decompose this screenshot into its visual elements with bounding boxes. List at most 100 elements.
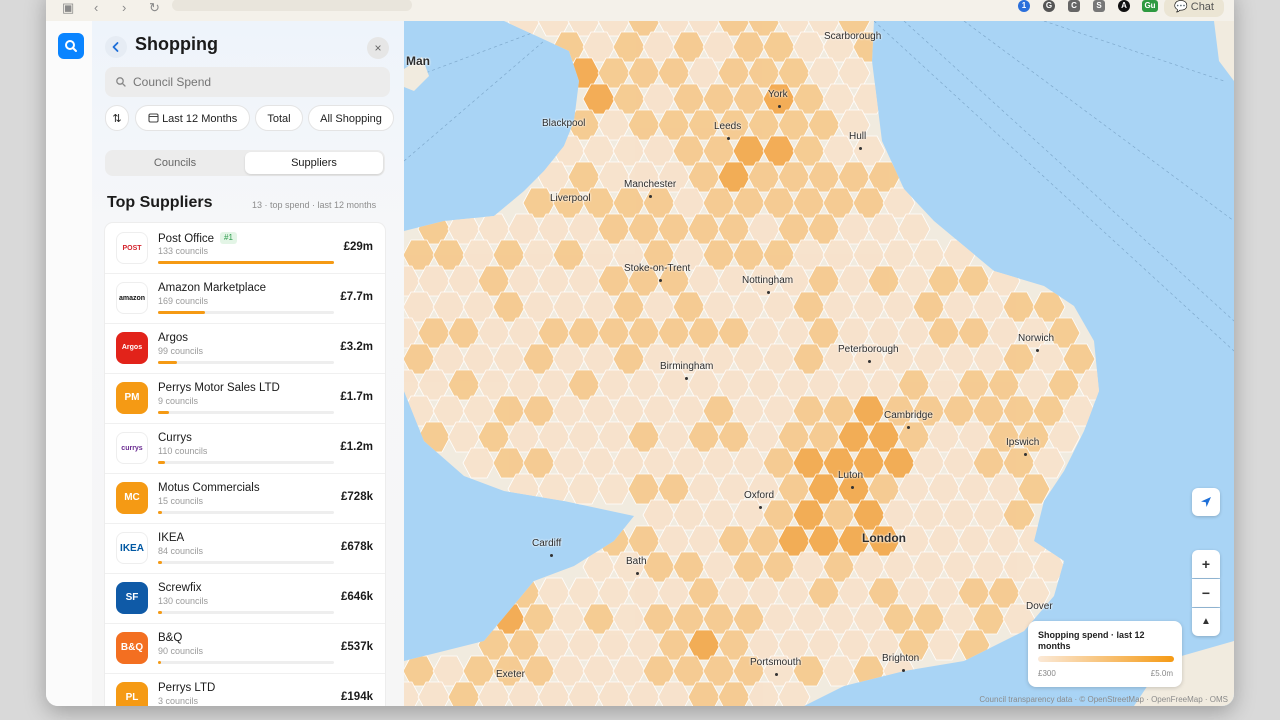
- supplier-row[interactable]: POST OFFICE Post Office #1 133 councils £29m: [105, 223, 385, 274]
- place-label: Cambridge: [884, 410, 933, 432]
- place-name: Bath: [626, 556, 647, 567]
- tab-suppliers[interactable]: Suppliers: [245, 152, 383, 174]
- left-rail: [46, 21, 93, 706]
- back-arrow-icon[interactable]: ‹: [94, 1, 98, 15]
- supplier-row[interactable]: PM Perrys Motor Sales LTD 9 councils £1.7m: [105, 373, 385, 424]
- supplier-name: B&Q: [158, 632, 182, 644]
- back-button[interactable]: [105, 36, 127, 58]
- supplier-councils: 110 councils: [158, 446, 208, 456]
- supplier-name: Motus Commercials: [158, 482, 260, 494]
- supplier-logo: Argos: [116, 332, 148, 364]
- spend-bar: [158, 611, 334, 614]
- choropleth-map[interactable]: [404, 21, 1234, 706]
- place-name: Nottingham: [742, 275, 794, 286]
- extension-icon[interactable]: G: [1043, 0, 1055, 12]
- supplier-name-text: Post Office: [158, 233, 215, 245]
- supplier-row[interactable]: currys Currys 110 councils £1.2m: [105, 423, 385, 474]
- zoom-in-button[interactable]: +: [1192, 550, 1220, 578]
- extension-icon[interactable]: S: [1093, 0, 1105, 12]
- place-label: Scarborough: [824, 31, 881, 42]
- place-name: Peterborough: [838, 344, 899, 355]
- forward-arrow-icon[interactable]: ›: [122, 1, 126, 15]
- legend-max: £5.0m: [1150, 669, 1173, 678]
- supplier-councils: 15 councils: [158, 496, 204, 506]
- address-bar[interactable]: [172, 0, 412, 11]
- category-filter[interactable]: All Shopping: [308, 105, 394, 131]
- sidebar-toggle-icon[interactable]: ▣: [62, 1, 74, 15]
- supplier-spend: £728k: [341, 491, 373, 503]
- rank-badge: #1: [220, 232, 237, 244]
- spend-bar-fill: [158, 661, 162, 664]
- supplier-councils: 3 councils: [158, 696, 199, 706]
- locate-button[interactable]: [1192, 488, 1220, 516]
- place-dot: [775, 673, 778, 676]
- supplier-name-text: Currys: [158, 432, 192, 444]
- supplier-councils: 90 councils: [158, 646, 204, 656]
- supplier-name-text: Perrys Motor Sales LTD: [158, 382, 280, 394]
- browser-window: ▣ ‹ › ↻ 1 G C S A Gu 💬 Chat Shopping × ⇅…: [46, 0, 1234, 706]
- map-view[interactable]: Man Scarborough York Blackpool Leeds Hull Manc…: [404, 21, 1234, 706]
- supplier-name-text: Perrys LTD: [158, 682, 216, 694]
- period-filter[interactable]: Last 12 Months: [135, 105, 250, 131]
- tab-councils[interactable]: Councils: [107, 152, 243, 174]
- supplier-row[interactable]: MC Motus Commercials 15 councils £728k: [105, 473, 385, 524]
- sort-button[interactable]: ⇅: [105, 105, 129, 131]
- supplier-logo: currys: [116, 432, 148, 464]
- chevron-left-icon: [112, 42, 119, 52]
- place-label: Nottingham: [742, 275, 793, 297]
- spend-bar-fill: [158, 261, 334, 264]
- measure-filter[interactable]: Total: [255, 105, 303, 131]
- supplier-row[interactable]: IKEA IKEA 84 councils £678k: [105, 523, 385, 574]
- sort-arrows-icon: ⇅: [112, 113, 122, 125]
- extension-icon[interactable]: 1: [1018, 0, 1030, 12]
- search-rail-button[interactable]: [58, 33, 84, 59]
- view-tabs: Councils Suppliers: [105, 150, 385, 176]
- supplier-row[interactable]: Argos Argos 99 councils £3.2m: [105, 323, 385, 374]
- chat-button[interactable]: 💬 Chat: [1163, 0, 1224, 17]
- extension-icon[interactable]: C: [1068, 0, 1080, 12]
- extension-icon[interactable]: A: [1118, 0, 1130, 12]
- panel-title: Shopping: [135, 34, 218, 54]
- place-label: Dover: [1026, 601, 1053, 612]
- supplier-spend: £7.7m: [340, 291, 373, 303]
- supplier-spend: £1.2m: [340, 441, 373, 453]
- supplier-name: Post Office #1: [158, 232, 237, 245]
- period-filter-label: Last 12 Months: [162, 113, 238, 125]
- spend-bar: [158, 461, 334, 464]
- place-dot: [549, 554, 553, 557]
- search-field[interactable]: [105, 67, 390, 97]
- place-name: Birmingham: [660, 361, 714, 372]
- chat-label: Chat: [1190, 1, 1214, 13]
- supplier-row[interactable]: SF Screwfix 130 councils £646k: [105, 573, 385, 624]
- supplier-row[interactable]: B&Q B&Q 90 councils £537k: [105, 623, 385, 674]
- spend-bar: [158, 261, 334, 264]
- supplier-councils: 9 councils: [158, 396, 199, 406]
- place-label: Bath: [626, 556, 647, 578]
- place-label: Birmingham: [660, 361, 713, 383]
- supplier-logo: MC: [116, 482, 148, 514]
- extension-icon[interactable]: Gu: [1142, 0, 1158, 12]
- place-name: Liverpool: [550, 193, 591, 204]
- compass-button[interactable]: ▲: [1192, 608, 1220, 636]
- supplier-name: IKEA: [158, 532, 184, 544]
- place-label: Oxford: [744, 490, 774, 512]
- close-button[interactable]: ×: [367, 37, 389, 59]
- results-panel: Shopping × ⇅ Last 12 Months Total All Sh…: [92, 21, 448, 706]
- place-label: Brighton: [882, 653, 919, 675]
- place-name: Blackpool: [542, 118, 586, 129]
- supplier-row[interactable]: PL Perrys LTD 3 councils £194k: [105, 673, 385, 706]
- place-dot: [759, 506, 762, 509]
- supplier-name-text: Motus Commercials: [158, 482, 260, 494]
- zoom-out-button[interactable]: −: [1192, 579, 1220, 607]
- place-name: Ipswich: [1006, 437, 1040, 448]
- calendar-icon: [148, 113, 159, 123]
- place-dot: [778, 105, 781, 108]
- supplier-row[interactable]: amazon Amazon Marketplace 169 councils £7.7…: [105, 273, 385, 324]
- supplier-spend: £678k: [341, 541, 373, 553]
- supplier-name: Screwfix: [158, 582, 201, 594]
- place-name: Oxford: [744, 490, 775, 501]
- legend-title: Shopping spend · last 12 months: [1038, 630, 1145, 651]
- search-input[interactable]: [133, 67, 383, 97]
- map-legend: Shopping spend · last 12 months £300 £5.…: [1028, 621, 1182, 687]
- reload-icon[interactable]: ↻: [149, 1, 160, 15]
